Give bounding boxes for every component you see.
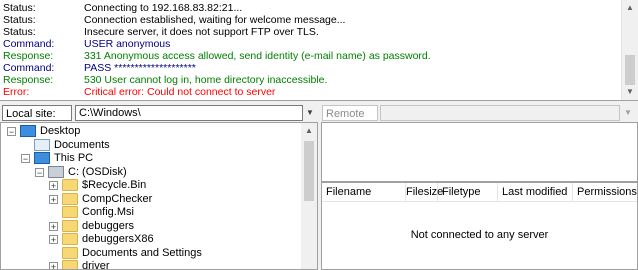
computer-icon — [34, 152, 50, 164]
log-text: Critical error: Could not connect to ser… — [84, 86, 276, 98]
log-text: Connecting to 192.168.83.82:21... — [84, 2, 243, 14]
remote-site-label: Remote site: — [322, 105, 378, 136]
folder-icon — [62, 246, 78, 259]
tree-item-label: $Recycle.Bin — [82, 179, 147, 191]
folder-icon — [62, 260, 78, 269]
log-type: Command: — [3, 38, 55, 50]
scroll-up-icon[interactable]: ▲ — [301, 123, 317, 139]
expand-icon[interactable]: + — [49, 262, 58, 269]
chevron-down-icon[interactable]: ▼ — [302, 105, 318, 121]
local-site-bar: Local site: C:\Windows\ ▼ — [0, 103, 318, 123]
tree-item[interactable]: − C: (OSDisk) — [1, 165, 301, 179]
tree-item-label: C: (OSDisk) — [68, 165, 127, 178]
documents-icon — [34, 138, 50, 151]
tree-item[interactable]: − This PC — [1, 151, 301, 165]
folder-icon — [62, 192, 78, 205]
log-text: USER anonymous — [84, 38, 171, 50]
local-site-label: Local site: — [2, 105, 72, 121]
column-permissions[interactable]: Permissions — [573, 183, 637, 201]
log-type: Status: — [3, 26, 36, 38]
folder-icon — [62, 233, 78, 245]
expand-icon[interactable]: + — [49, 194, 58, 204]
log-type: Status: — [3, 2, 36, 14]
remote-path-input[interactable] — [380, 105, 620, 121]
remote-site-bar: Remote site: ▼ — [320, 103, 638, 136]
tree-scrollbar[interactable]: ▲ — [301, 123, 317, 269]
tree-item-label: Documents and Settings — [82, 246, 202, 259]
tree-item[interactable]: − Desktop — [1, 124, 301, 138]
remote-file-list[interactable]: Filename Filesize Filetype Last modified… — [321, 182, 638, 270]
folder-icon — [62, 179, 78, 191]
column-last-modified[interactable]: Last modified — [498, 183, 573, 201]
tree-item-label: debuggersX86 — [82, 233, 154, 245]
log-text: 530 User cannot log in, home directory i… — [84, 74, 328, 86]
tree-item-label: Documents — [54, 138, 110, 151]
tree-item[interactable]: Documents — [1, 138, 301, 152]
tree-item[interactable]: + CompChecker — [1, 192, 301, 206]
column-filetype[interactable]: Filetype — [438, 183, 498, 201]
log-text: 331 Anonymous access allowed, send ident… — [84, 50, 431, 62]
log-type: Status: — [3, 14, 36, 26]
log-scroll-thumb[interactable] — [625, 55, 635, 85]
folder-icon — [62, 219, 78, 232]
column-filename[interactable]: Filename — [322, 183, 406, 201]
log-type: Response: — [3, 50, 54, 62]
tree-item-label: Desktop — [40, 125, 81, 137]
log-type: Error: — [3, 86, 30, 98]
local-directory-tree[interactable]: − Desktop Documents − This PC − C: (OSDisk) + $R… — [0, 122, 318, 270]
scroll-up-icon[interactable]: ▲ — [622, 0, 638, 16]
tree-item[interactable]: Documents and Settings — [1, 246, 301, 260]
log-scrollbar[interactable]: ▲ ▼ — [621, 0, 638, 100]
tree-item-label: This PC — [54, 152, 94, 164]
remote-directory-tree[interactable] — [321, 122, 638, 182]
tree-item-label: driver — [82, 260, 110, 270]
drive-icon — [48, 165, 64, 178]
tree-item-label: CompChecker — [82, 192, 153, 205]
log-text: PASS ******************** — [84, 62, 196, 74]
log-text: Insecure server, it does not support FTP… — [84, 26, 319, 38]
monitor-icon — [20, 125, 36, 137]
tree-item[interactable]: + debuggers — [1, 219, 301, 233]
tree-item[interactable]: Config.Msi — [1, 205, 301, 219]
folder-icon — [62, 206, 78, 218]
log-type: Command: — [3, 62, 55, 74]
log-type: Response: — [3, 74, 54, 86]
message-log[interactable]: Status: Connecting to 192.168.83.82:21...… — [0, 0, 638, 101]
log-text: Connection established, waiting for welc… — [84, 14, 346, 26]
expand-icon[interactable]: + — [49, 235, 58, 245]
scroll-down-icon[interactable]: ▼ — [622, 84, 638, 100]
collapse-icon[interactable]: − — [21, 154, 30, 164]
empty-list-message: Not connected to any server — [410, 229, 549, 241]
tree-item[interactable]: + $Recycle.Bin — [1, 178, 301, 192]
collapse-icon[interactable]: − — [7, 127, 16, 137]
tree-scroll-thumb[interactable] — [304, 141, 314, 201]
tree-item[interactable]: + driver — [1, 259, 301, 270]
expand-icon[interactable]: + — [49, 221, 58, 231]
tree-item[interactable]: + debuggersX86 — [1, 232, 301, 246]
expand-icon[interactable]: + — [49, 181, 58, 191]
column-filesize[interactable]: Filesize — [406, 183, 443, 201]
chevron-down-icon[interactable]: ▼ — [620, 105, 636, 121]
tree-item-label: debuggers — [82, 219, 134, 232]
local-path-input[interactable]: C:\Windows\ — [75, 105, 303, 121]
tree-item-label: Config.Msi — [82, 206, 134, 218]
remote-list-header: Filename Filesize Filetype Last modified… — [322, 183, 637, 202]
collapse-icon[interactable]: − — [35, 167, 44, 177]
